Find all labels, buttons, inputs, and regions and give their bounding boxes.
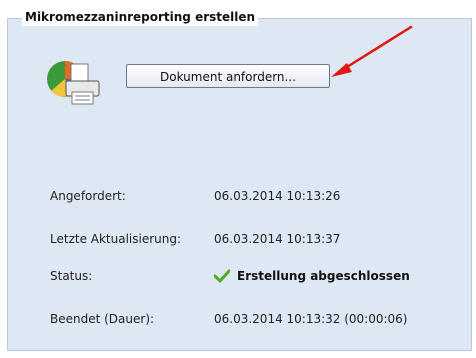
- finished-label: Beendet (Dauer):: [50, 312, 155, 326]
- status-label: Status:: [50, 269, 93, 283]
- requested-value: 06.03.2014 10:13:26: [214, 189, 341, 203]
- panel-title: Mikromezzaninreporting erstellen: [22, 9, 259, 26]
- status-value: Erstellung abgeschlossen: [237, 269, 410, 283]
- finished-value: 06.03.2014 10:13:32 (00:00:06): [214, 312, 408, 326]
- red-arrow-icon: [331, 25, 413, 77]
- requested-label: Angefordert:: [50, 189, 126, 203]
- last-update-value: 06.03.2014 10:13:37: [214, 232, 341, 246]
- request-document-button[interactable]: Dokument anfordern...: [126, 64, 330, 88]
- document-printer-icon: [47, 61, 100, 105]
- checkmark-icon: [214, 269, 230, 283]
- status-indicator: Erstellung abgeschlossen: [214, 268, 410, 284]
- last-update-label: Letzte Aktualisierung:: [50, 232, 182, 246]
